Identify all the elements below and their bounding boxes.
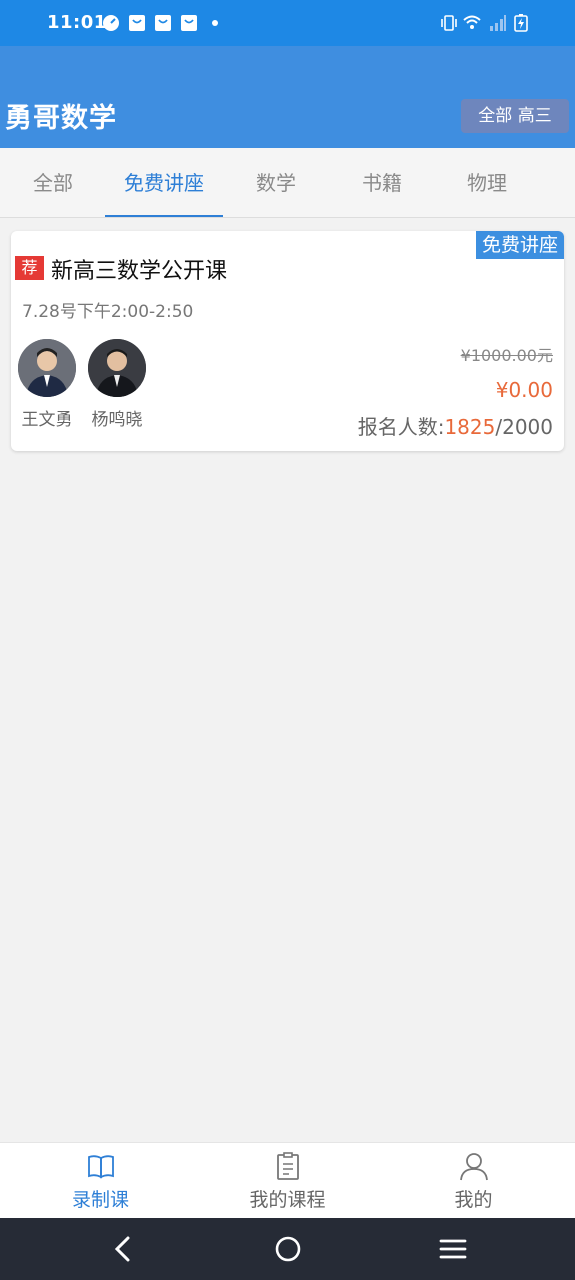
- course-price: ¥0.00: [495, 378, 553, 402]
- grade-filter-button[interactable]: 全部 高三: [461, 99, 569, 133]
- teacher-avatar: [18, 339, 76, 397]
- enrollment-label: 报名人数:: [357, 415, 445, 439]
- person-icon: [459, 1153, 488, 1181]
- nav-label: 我的: [454, 1189, 493, 1211]
- tab-free-lectures[interactable]: 免费讲座: [105, 148, 223, 217]
- course-time: 7.28号下午2:00-2:50: [22, 302, 194, 322]
- tab-books[interactable]: 书籍: [347, 148, 417, 217]
- vibrate-icon: [441, 15, 457, 31]
- nav-my-courses[interactable]: 我的课程: [192, 1143, 383, 1219]
- enrollment-info: 报名人数:1825/2000: [358, 411, 553, 440]
- notification-dot-icon: [212, 20, 218, 26]
- shopping-bag-icon: [129, 15, 145, 31]
- speedometer-icon: [103, 15, 119, 31]
- system-navigation-bar: [0, 1218, 575, 1280]
- status-bar: 11:01: [0, 0, 575, 46]
- teacher-item[interactable]: 杨鸣晓: [87, 339, 147, 430]
- app-title: 勇哥数学: [5, 103, 117, 134]
- recommended-badge: 荐: [15, 256, 44, 280]
- clipboard-icon: [276, 1152, 299, 1180]
- tab-physics[interactable]: 物理: [452, 148, 522, 217]
- free-lecture-tag: 免费讲座: [475, 231, 564, 259]
- tab-math[interactable]: 数学: [241, 148, 311, 217]
- nav-label: 我的课程: [249, 1189, 326, 1211]
- nav-recorded-courses[interactable]: 录制课: [5, 1143, 196, 1219]
- tab-all[interactable]: 全部: [18, 148, 88, 217]
- wifi-icon: [463, 15, 481, 29]
- status-time: 11:01: [47, 12, 107, 33]
- back-icon[interactable]: [110, 1235, 136, 1263]
- battery-charging-icon: [514, 14, 528, 32]
- nav-profile[interactable]: 我的: [378, 1143, 569, 1219]
- course-title: 新高三数学公开课: [51, 259, 228, 284]
- shopping-bag-icon: [155, 15, 171, 31]
- bottom-navigation: 录制课 我的课程 我的: [0, 1142, 575, 1218]
- shopping-bag-icon: [181, 15, 197, 31]
- nav-label: 录制课: [71, 1189, 129, 1211]
- teacher-name: 王文勇: [21, 410, 73, 430]
- original-price: ¥1000.00元: [460, 346, 553, 365]
- book-icon: [87, 1155, 114, 1179]
- menu-icon[interactable]: [439, 1235, 467, 1263]
- course-card[interactable]: 免费讲座 荐 新高三数学公开课 7.28号下午2:00-2:50 王文勇 杨鸣晓…: [11, 231, 564, 451]
- app-header: 勇哥数学 全部 高三: [0, 46, 575, 148]
- teacher-item[interactable]: 王文勇: [17, 339, 77, 430]
- teacher-avatar: [88, 339, 146, 397]
- signal-icon: [490, 15, 506, 31]
- enrollment-total: /2000: [495, 415, 553, 439]
- category-tabs: 全部 免费讲座 数学 书籍 物理: [0, 148, 575, 218]
- home-icon[interactable]: [274, 1235, 302, 1263]
- teacher-name: 杨鸣晓: [91, 410, 143, 430]
- enrollment-count: 1825: [444, 415, 496, 439]
